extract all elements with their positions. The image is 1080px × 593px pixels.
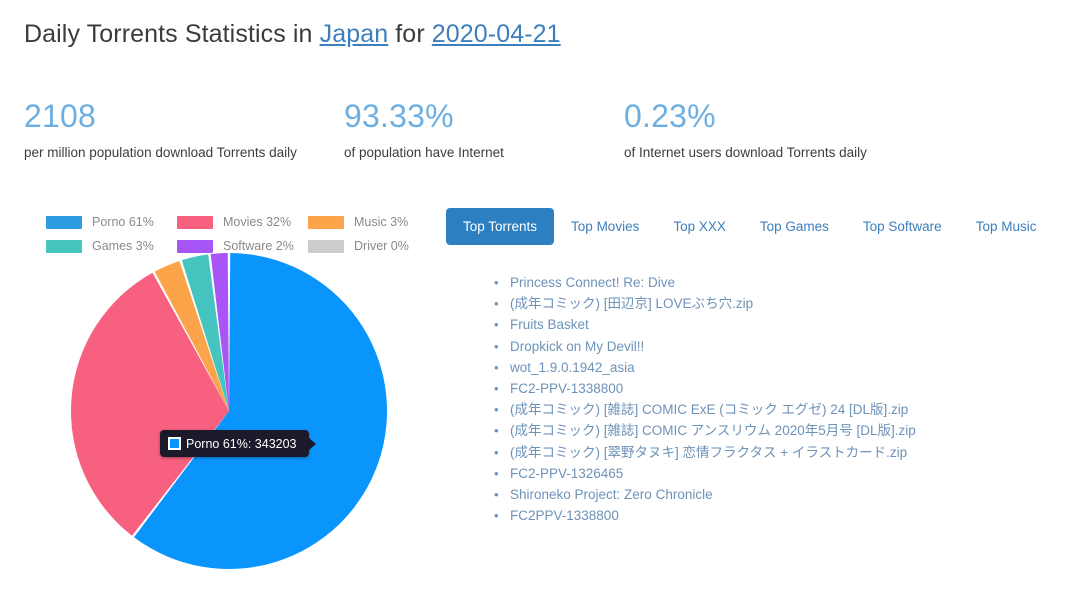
- torrent-link: Dropkick on My Devil!!: [510, 338, 645, 354]
- list-item[interactable]: Dropkick on My Devil!!: [494, 336, 1066, 357]
- torrent-link: (成年コミック) [田辺京] LOVEぶち穴.zip: [510, 296, 754, 312]
- tab-label: Top Software: [862, 219, 942, 234]
- legend-label: Movies 32%: [223, 215, 292, 229]
- list-item[interactable]: Shironeko Project: Zero Chronicle: [494, 484, 1066, 505]
- stat-label: of Internet users download Torrents dail…: [624, 144, 867, 160]
- torrent-link: Shironeko Project: Zero Chronicle: [510, 487, 713, 503]
- tab-top-movies[interactable]: Top Movies: [554, 208, 656, 245]
- torrent-link: (成年コミック) [雑誌] COMIC アンスリウム 2020年5月号 [DL版…: [510, 423, 916, 439]
- torrent-link: Fruits Basket: [510, 317, 589, 333]
- list-item[interactable]: Princess Connect! Re: Dive: [494, 272, 1066, 293]
- pie-chart[interactable]: [48, 248, 428, 593]
- list-item[interactable]: FC2PPV-1338800: [494, 505, 1066, 526]
- list-item[interactable]: (成年コミック) [田辺京] LOVEぶち穴.zip: [494, 293, 1066, 314]
- stat-card-internet: 93.33% of population have Internet: [344, 98, 624, 164]
- tab-top-games[interactable]: Top Games: [743, 208, 846, 245]
- content-tabs: Top Torrents Top Movies Top XXX Top Game…: [446, 208, 1053, 245]
- pie-chart-tooltip: Porno 61%: 343203: [160, 430, 316, 457]
- list-item[interactable]: (成年コミック) [雑誌] COMIC アンスリウム 2020年5月号 [DL版…: [494, 420, 1066, 441]
- legend-swatch-icon: [46, 215, 82, 229]
- tab-label: Top Torrents: [463, 219, 538, 234]
- tab-top-music[interactable]: Top Music: [959, 208, 1054, 245]
- legend-item-porno[interactable]: Porno 61%: [46, 210, 177, 234]
- tab-label: Top Music: [975, 219, 1037, 234]
- tab-top-software[interactable]: Top Software: [846, 208, 959, 245]
- stat-label: per million population download Torrents…: [24, 144, 297, 160]
- tooltip-text: Porno 61%: 343203: [186, 436, 297, 451]
- legend-item-movies[interactable]: Movies 32%: [177, 210, 308, 234]
- page-title-middle: for: [388, 20, 432, 48]
- date-link[interactable]: 2020-04-21: [432, 20, 561, 48]
- tab-top-xxx[interactable]: Top XXX: [656, 208, 743, 245]
- torrent-link: (成年コミック) [翠野タヌキ] 恋情フラクタス + イラストカード.zip: [510, 444, 908, 460]
- legend-item-music[interactable]: Music 3%: [308, 210, 439, 234]
- statistics-page: Daily Torrents Statistics in Japan for 2…: [0, 0, 1080, 593]
- list-item[interactable]: (成年コミック) [雑誌] COMIC ExE (コミック エグゼ) 24 [D…: [494, 399, 1066, 420]
- torrent-link: FC2PPV-1338800: [510, 508, 619, 524]
- tab-label: Top Movies: [571, 219, 640, 234]
- stat-value: 0.23%: [624, 98, 716, 134]
- tab-top-torrents[interactable]: Top Torrents: [446, 208, 555, 245]
- tab-label: Top XXX: [673, 219, 726, 234]
- stats-row: 2108 per million population download Tor…: [24, 98, 1054, 164]
- stat-value: 2108: [24, 98, 96, 134]
- top-torrents-list: Princess Connect! Re: Dive (成年コミック) [田辺京…: [486, 272, 1066, 527]
- pie-chart-svg[interactable]: [48, 248, 428, 593]
- list-item[interactable]: Fruits Basket: [494, 314, 1066, 335]
- legend-swatch-icon: [308, 215, 344, 229]
- list-item[interactable]: FC2-PPV-1326465: [494, 463, 1066, 484]
- stat-card-downloads: 2108 per million population download Tor…: [24, 98, 344, 164]
- tab-label: Top Games: [759, 219, 829, 234]
- torrent-link: wot_1.9.0.1942_asia: [510, 359, 635, 375]
- list-item[interactable]: (成年コミック) [翠野タヌキ] 恋情フラクタス + イラストカード.zip: [494, 442, 1066, 463]
- country-link[interactable]: Japan: [320, 20, 389, 48]
- stat-value: 93.33%: [344, 98, 454, 134]
- torrent-link: FC2-PPV-1326465: [510, 465, 624, 481]
- stat-label: of population have Internet: [344, 144, 504, 160]
- list-item[interactable]: wot_1.9.0.1942_asia: [494, 357, 1066, 378]
- page-title: Daily Torrents Statistics in Japan for 2…: [24, 20, 561, 49]
- legend-label: Porno 61%: [92, 215, 154, 229]
- torrent-link: Princess Connect! Re: Dive: [510, 275, 676, 290]
- list-item[interactable]: FC2-PPV-1338800: [494, 378, 1066, 399]
- legend-swatch-icon: [177, 215, 213, 229]
- legend-label: Music 3%: [354, 215, 409, 229]
- torrent-link: FC2-PPV-1338800: [510, 381, 624, 397]
- torrent-link: (成年コミック) [雑誌] COMIC ExE (コミック エグゼ) 24 [D…: [510, 402, 909, 418]
- page-title-prefix: Daily Torrents Statistics in: [24, 20, 320, 48]
- tooltip-swatch-icon: [168, 437, 181, 450]
- stat-card-internet-users: 0.23% of Internet users download Torrent…: [624, 98, 1044, 164]
